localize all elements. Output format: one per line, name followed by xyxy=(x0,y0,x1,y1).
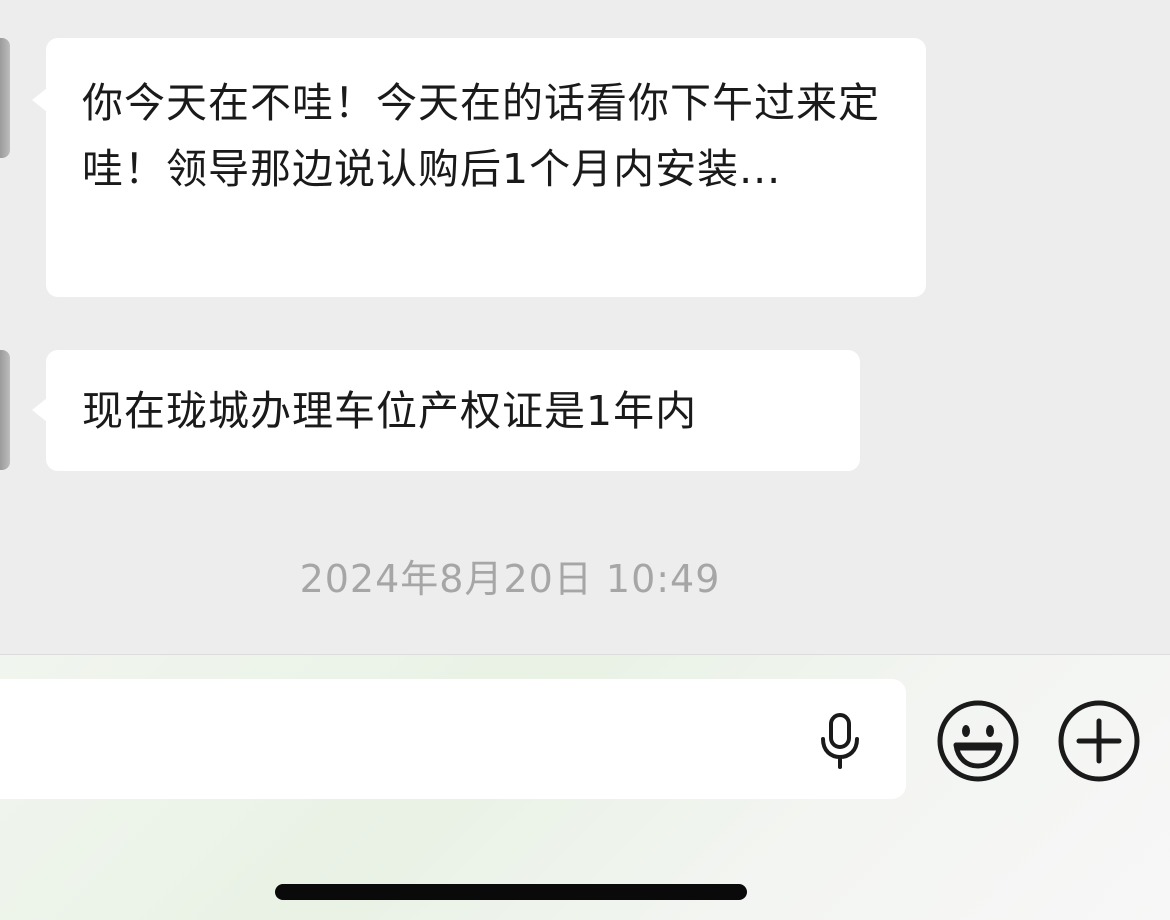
sender-avatar[interactable] xyxy=(0,350,10,470)
chat-area[interactable]: 你今天在不哇！今天在的话看你下午过来定哇！领导那边说认购后1个月内安装... 现… xyxy=(0,0,1170,654)
plus-circle-icon[interactable] xyxy=(1057,699,1141,783)
message-bubble[interactable]: 现在珑城办理车位产权证是1年内 xyxy=(32,350,860,471)
message-text: 你今天在不哇！今天在的话看你下午过来定哇！领导那边说认购后1个月内安装... xyxy=(82,79,880,193)
sender-avatar[interactable] xyxy=(0,38,10,158)
input-bar xyxy=(0,654,1170,920)
message-timestamp: 2024年8月20日 10:49 xyxy=(299,557,721,601)
microphone-icon[interactable] xyxy=(815,713,865,769)
message-input[interactable] xyxy=(0,679,906,799)
home-indicator[interactable] xyxy=(275,884,747,900)
message-text: 现在珑城办理车位产权证是1年内 xyxy=(82,387,698,435)
smiley-face-icon[interactable] xyxy=(936,699,1020,783)
message-bubble[interactable]: 你今天在不哇！今天在的话看你下午过来定哇！领导那边说认购后1个月内安装... xyxy=(32,38,926,297)
